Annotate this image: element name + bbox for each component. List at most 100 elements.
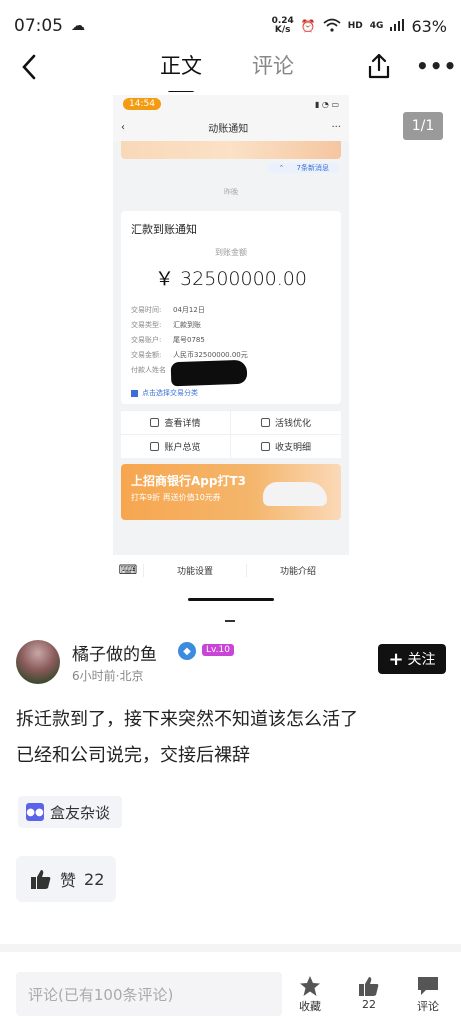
verified-badge-icon: ◆	[178, 642, 196, 660]
like-count: 22	[84, 869, 105, 889]
level-badge: Lv.10	[202, 644, 234, 656]
new-messages-text: 7条新消息	[291, 163, 334, 173]
thumbs-up-icon	[31, 870, 51, 889]
favorite-button[interactable]: 收藏	[290, 974, 330, 1014]
statement-icon	[260, 442, 270, 451]
keyboard-icon: ⌨	[118, 562, 138, 578]
like-button[interactable]: 赞 22	[16, 856, 116, 902]
row-key: 交易金额:	[131, 351, 162, 359]
overview-icon	[150, 442, 160, 451]
status-time: 07:05	[14, 16, 63, 36]
section-divider	[0, 944, 461, 952]
grid-icon	[131, 389, 138, 397]
post-image[interactable]: 14:54 ▮ ◔ ▭ ‹ 动账通知 ··· ⌃ 7条新消息 昨晚 汇款到账通知…	[113, 95, 349, 585]
row-key: 付款人姓名	[131, 366, 166, 374]
row-value: 尾号0785	[173, 336, 205, 344]
up-icon: ⌃	[273, 163, 292, 173]
bottom-action-bar: 评论(已有100条评论) 收藏 22 评论	[0, 962, 461, 1024]
like-label: 赞	[60, 871, 77, 890]
grid-cell: 查看详情	[121, 410, 231, 434]
transaction-row: 交易时间: 04月12日	[131, 303, 331, 318]
weather-icon: ☁	[71, 18, 85, 34]
screenshot-time: 14:54	[123, 98, 161, 110]
follow-button[interactable]: + 关注	[378, 644, 446, 674]
avatar[interactable]	[16, 640, 60, 684]
comment-label: 评论	[417, 1000, 439, 1013]
screenshot-nav: ‹ 动账通知 ···	[113, 113, 349, 141]
screenshot-menu-item: 功能介绍	[246, 563, 349, 577]
topic-tag-label: 盒友杂谈	[50, 803, 111, 822]
amount-value: ￥ 32500000.00	[155, 268, 307, 290]
row-key: 交易账户:	[131, 336, 162, 344]
screenshot-date: 昨晚	[224, 188, 238, 196]
image-scroll-indicator	[188, 598, 274, 601]
screenshot-bottom-menu: ⌨ 功能设置 功能介绍	[113, 555, 349, 585]
alarm-icon: ⏰	[300, 19, 316, 33]
post-body: 拆迁款到了，接下来突然不知道该怎么活了 已经和公司说完，交接后裸辞	[16, 702, 446, 774]
detail-icon	[150, 418, 160, 427]
post-line: 拆迁款到了，接下来突然不知道该怎么活了	[16, 709, 358, 730]
status-icons: 0.24 K/s ⏰ HD 4G 63%	[272, 17, 447, 36]
car-illustration	[263, 482, 327, 506]
topic-tag[interactable]: ●● 盒友杂谈	[18, 796, 123, 828]
group-icon: ●●	[26, 803, 44, 821]
more-icon: •••	[416, 54, 458, 78]
screenshot-status-icons: ▮ ◔ ▭	[314, 99, 339, 109]
grid-cell-label: 账户总览	[164, 443, 201, 453]
screenshot-more-icon: ···	[331, 121, 341, 133]
grid-cell: 收支明细	[231, 434, 341, 458]
tab-bar: 正文 评论	[160, 50, 294, 94]
grid-cell-label: 收支明细	[274, 443, 311, 453]
image-counter: 1/1	[403, 112, 443, 140]
transaction-row: 交易账户: 尾号0785	[131, 333, 331, 348]
favorite-label: 收藏	[299, 1000, 321, 1013]
redaction-mark	[170, 359, 248, 387]
transaction-row: 交易类型: 汇款到账	[131, 318, 331, 333]
speed-unit: K/s	[274, 25, 291, 35]
bottom-like-button[interactable]: 22	[349, 974, 389, 1011]
category-link-text: 点击选择交易分类	[142, 389, 198, 397]
cell-label: 4G	[369, 21, 384, 31]
post-meta: 6小时前·北京	[72, 669, 144, 683]
screenshot-banner	[121, 141, 341, 159]
network-speed: 0.24 K/s	[272, 17, 294, 35]
hd-label: HD	[347, 21, 363, 31]
grid-cell-label: 查看详情	[164, 419, 201, 429]
screenshot-action-grid: 查看详情 活钱优化 账户总览 收支明细	[121, 410, 341, 458]
signal-icon	[390, 18, 405, 34]
screenshot-ad-banner: 上招商银行App打T3 打车9折 再送价值10元券	[121, 464, 341, 520]
author-name[interactable]: 橘子做的鱼	[72, 640, 157, 665]
screenshot-title: 动账通知	[208, 123, 249, 135]
row-value: 04月12日	[173, 306, 205, 314]
screenshot-new-messages: ⌃ 7条新消息	[113, 159, 349, 173]
ad-title: 上招商银行App打T3	[131, 474, 247, 488]
row-key: 交易类型:	[131, 321, 162, 329]
amount-label: 到账金额	[215, 248, 247, 257]
screenshot-menu-item: 功能设置	[143, 563, 246, 577]
post-line: 已经和公司说完，交接后裸辞	[16, 745, 250, 766]
category-link: 点击选择交易分类	[131, 388, 331, 398]
optimize-icon	[260, 418, 270, 427]
image-divider	[225, 620, 235, 622]
comment-button[interactable]: 评论	[408, 974, 448, 1014]
chevron-left-icon	[22, 54, 36, 80]
tab-comments[interactable]: 评论	[252, 50, 294, 90]
thumbs-up-icon	[349, 974, 389, 998]
share-button[interactable]	[366, 52, 392, 80]
grid-cell: 账户总览	[121, 434, 231, 458]
screenshot-notice-card: 汇款到账通知 到账金额 ￥ 32500000.00 交易时间: 04月12日 交易…	[121, 211, 341, 404]
share-icon	[368, 53, 390, 79]
follow-label: 关注	[407, 652, 436, 668]
comment-input[interactable]: 评论(已有100条评论)	[16, 972, 282, 1016]
back-button[interactable]	[14, 52, 44, 82]
tab-article[interactable]: 正文	[160, 50, 202, 94]
ad-subtitle: 打车9折 再送价值10元券	[131, 493, 221, 502]
bottom-like-count: 22	[362, 998, 376, 1011]
plus-icon: +	[388, 648, 404, 670]
more-button[interactable]: •••	[416, 54, 457, 78]
header: 正文 评论 •••	[0, 44, 461, 94]
row-value: 汇款到账	[173, 321, 201, 329]
battery-level: 63%	[411, 16, 447, 36]
grid-cell-label: 活钱优化	[274, 419, 311, 429]
notice-title: 汇款到账通知	[131, 223, 197, 236]
